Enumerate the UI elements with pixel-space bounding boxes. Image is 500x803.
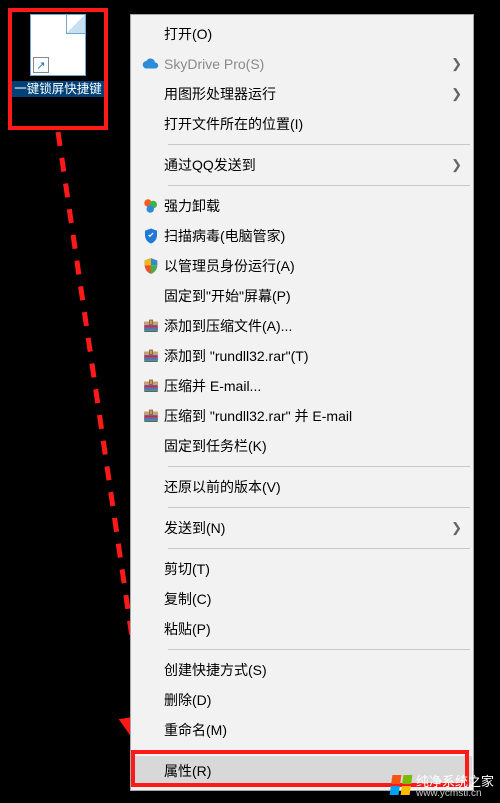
menu-separator [168,750,470,751]
watermark-url: www.ycmsti.cn [416,788,494,799]
menu-separator [168,144,470,145]
menu-item-icon-slot [138,55,164,73]
menu-item[interactable]: 压缩到 "rundll32.rar" 并 E-mail [132,401,472,431]
menu-item-icon-slot [138,407,164,425]
menu-item-label: 打开(O) [164,24,462,44]
menu-item[interactable]: 强力卸载 [132,191,472,221]
menu-separator [168,466,470,467]
winrar-icon [142,317,160,335]
menu-item-label: 固定到"开始"屏幕(P) [164,286,462,306]
menu-item[interactable]: 以管理员身份运行(A) [132,251,472,281]
file-icon: ↗ [30,14,86,76]
menu-item[interactable]: 添加到压缩文件(A)... [132,311,472,341]
menu-item-label: 重命名(M) [164,720,462,740]
menu-item-label: 添加到 "rundll32.rar"(T) [164,346,462,366]
menu-item-label: 压缩并 E-mail... [164,376,462,396]
menu-separator [168,507,470,508]
chevron-right-icon: ❯ [451,86,462,102]
shield-icon [142,227,160,245]
menu-item[interactable]: 添加到 "rundll32.rar"(T) [132,341,472,371]
menu-item[interactable]: 用图形处理器运行 ❯ [132,79,472,109]
menu-item-label: 固定到任务栏(K) [164,436,462,456]
menu-item[interactable]: 打开文件所在的位置(I) [132,109,472,139]
menu-item[interactable]: 固定到任务栏(K) [132,431,472,461]
menu-item[interactable]: 粘贴(P) [132,614,472,644]
menu-item[interactable]: 创建快捷方式(S) [132,655,472,685]
menu-item-label: 强力卸载 [164,196,462,216]
menu-item[interactable]: 重命名(M) [132,715,472,745]
menu-item-label: 压缩到 "rundll32.rar" 并 E-mail [164,406,462,426]
winrar-icon [142,347,160,365]
menu-item[interactable]: 剪切(T) [132,554,472,584]
shortcut-arrow-badge: ↗ [33,57,49,73]
watermark-logo [390,775,413,795]
menu-item-label: 打开文件所在的位置(I) [164,114,462,134]
menu-separator [168,649,470,650]
context-menu: 打开(O) SkyDrive Pro(S) ❯ 用图形处理器运行 ❯ 打开文件所在的位置(… [130,14,474,791]
menu-item-icon-slot [138,227,164,245]
chevron-right-icon: ❯ [451,520,462,536]
menu-separator [168,548,470,549]
menu-item-label: 添加到压缩文件(A)... [164,316,462,336]
menu-item-icon-slot [138,257,164,275]
menu-item-label: 粘贴(P) [164,619,462,639]
watermark-text: 纯净系统之家 [416,774,494,789]
watermark: 纯净系统之家 www.ycmsti.cn [391,771,494,799]
menu-item-label: 通过QQ发送到 [164,155,445,175]
menu-item-label: 剪切(T) [164,559,462,579]
desktop-icon-label: 一键锁屏快捷键 [12,81,104,97]
menu-item-icon-slot [138,347,164,365]
winrar-icon [142,407,160,425]
menu-item-icon-slot [138,197,164,215]
menu-item-label: 以管理员身份运行(A) [164,256,462,276]
menu-item: SkyDrive Pro(S) ❯ [132,49,472,79]
menu-item-label: 用图形处理器运行 [164,84,445,104]
menu-item-icon-slot [138,317,164,335]
menu-item-label: 还原以前的版本(V) [164,477,462,497]
menu-item[interactable]: 打开(O) [132,19,472,49]
chevron-right-icon: ❯ [451,56,462,72]
menu-item[interactable]: 压缩并 E-mail... [132,371,472,401]
menu-item[interactable]: 通过QQ发送到 ❯ [132,150,472,180]
uac-shield-icon [142,257,160,275]
menu-item-label: SkyDrive Pro(S) [164,56,445,72]
menu-item[interactable]: 还原以前的版本(V) [132,472,472,502]
menu-item-label: 扫描病毒(电脑管家) [164,226,462,246]
menu-item-icon-slot [138,377,164,395]
menu-item-label: 复制(C) [164,589,462,609]
uninstall-icon [142,197,160,215]
menu-item-label: 发送到(N) [164,518,445,538]
menu-item[interactable]: 复制(C) [132,584,472,614]
menu-item[interactable]: 发送到(N) ❯ [132,513,472,543]
menu-separator [168,185,470,186]
menu-item-label: 创建快捷方式(S) [164,660,462,680]
menu-item[interactable]: 扫描病毒(电脑管家) [132,221,472,251]
chevron-right-icon: ❯ [451,157,462,173]
winrar-icon [142,377,160,395]
menu-item-label: 删除(D) [164,690,462,710]
cloud-icon [142,55,160,73]
menu-item[interactable]: 固定到"开始"屏幕(P) [132,281,472,311]
desktop-shortcut[interactable]: ↗ 一键锁屏快捷键 [12,14,104,97]
menu-item[interactable]: 删除(D) [132,685,472,715]
